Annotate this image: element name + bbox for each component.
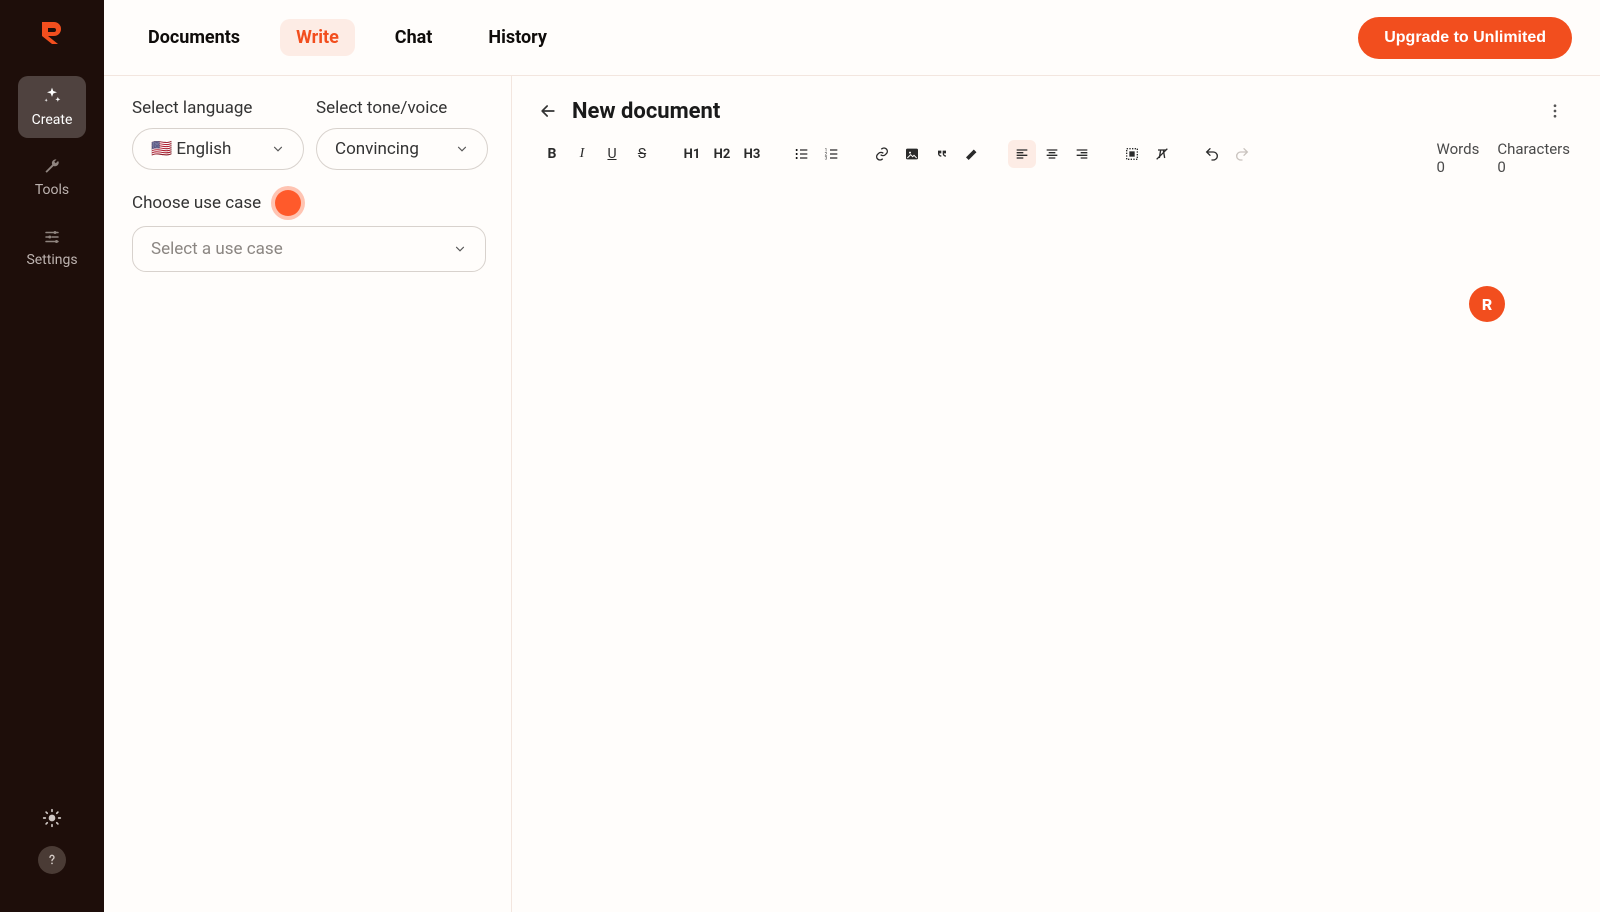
redo-button[interactable] <box>1228 140 1256 168</box>
h3-button[interactable]: H3 <box>738 140 766 168</box>
arrow-left-icon <box>538 101 558 121</box>
sun-icon <box>42 808 62 828</box>
ordered-list-button[interactable]: 123 <box>818 140 846 168</box>
align-center-icon <box>1044 146 1060 162</box>
align-right-button[interactable] <box>1068 140 1096 168</box>
redo-icon <box>1234 146 1250 162</box>
select-all-button[interactable] <box>1118 140 1146 168</box>
tone-value: Convincing <box>335 139 419 159</box>
clear-format-icon <box>1154 146 1170 162</box>
more-vertical-icon <box>1546 102 1564 120</box>
help-button[interactable] <box>38 846 66 874</box>
align-center-button[interactable] <box>1038 140 1066 168</box>
tab-chat[interactable]: Chat <box>379 19 449 56</box>
language-label: Select language <box>132 98 304 118</box>
words-label: Words <box>1437 140 1480 158</box>
align-right-icon <box>1074 146 1090 162</box>
sidebar-item-label: Create <box>32 112 73 128</box>
quote-icon <box>934 146 950 162</box>
sparkle-icon <box>42 86 62 106</box>
upgrade-button[interactable]: Upgrade to Unlimited <box>1358 17 1572 59</box>
language-select[interactable]: 🇺🇸 English <box>132 128 304 170</box>
h2-button[interactable]: H2 <box>708 140 736 168</box>
bullet-list-button[interactable] <box>788 140 816 168</box>
bullet-list-icon <box>794 146 810 162</box>
sidebar-item-label: Tools <box>35 182 69 198</box>
italic-button[interactable]: I <box>568 140 596 168</box>
strike-button[interactable]: S <box>628 140 656 168</box>
tab-write[interactable]: Write <box>280 19 355 56</box>
underline-button[interactable]: U <box>598 140 626 168</box>
sliders-icon <box>43 228 61 246</box>
doc-more-menu[interactable] <box>1540 96 1570 126</box>
top-tabs: Documents Write Chat History <box>132 19 563 56</box>
chars-stat: Characters 0 <box>1497 140 1570 176</box>
link-button[interactable] <box>868 140 896 168</box>
editor-toolbar: B I U S H1 H2 H3 <box>538 140 1256 168</box>
attention-pulse-icon <box>275 190 301 216</box>
sidebar-item-tools[interactable]: Tools <box>18 148 86 208</box>
app-logo <box>40 20 64 46</box>
usecase-placeholder: Select a use case <box>151 239 283 259</box>
language-flag: 🇺🇸 <box>151 139 172 159</box>
tab-documents[interactable]: Documents <box>132 19 256 56</box>
config-panel: Select language 🇺🇸 English Select tone/v… <box>104 76 512 912</box>
tone-label: Select tone/voice <box>316 98 488 118</box>
float-badge-letter: R <box>1482 295 1492 314</box>
sidebar-item-settings[interactable]: Settings <box>18 218 86 278</box>
assistant-float-button[interactable]: R <box>1469 286 1505 322</box>
theme-toggle[interactable] <box>38 804 66 832</box>
editor-body[interactable] <box>538 196 1570 912</box>
bold-button[interactable]: B <box>538 140 566 168</box>
sidebar-bottom <box>38 790 66 888</box>
undo-icon <box>1204 146 1220 162</box>
question-icon <box>44 852 60 868</box>
chevron-down-icon <box>455 142 469 156</box>
h1-button[interactable]: H1 <box>678 140 706 168</box>
words-value: 0 <box>1437 158 1480 176</box>
ordered-list-icon: 123 <box>824 146 840 162</box>
wrench-icon <box>43 158 61 176</box>
content: Select language 🇺🇸 English Select tone/v… <box>104 76 1600 912</box>
tab-history[interactable]: History <box>472 19 563 56</box>
image-button[interactable] <box>898 140 926 168</box>
link-icon <box>874 146 890 162</box>
tone-select[interactable]: Convincing <box>316 128 488 170</box>
select-all-icon <box>1124 146 1140 162</box>
chevron-down-icon <box>271 142 285 156</box>
main: Documents Write Chat History Upgrade to … <box>104 0 1600 912</box>
usecase-select[interactable]: Select a use case <box>132 226 486 272</box>
sidebar-item-create[interactable]: Create <box>18 76 86 138</box>
highlight-button[interactable] <box>958 140 986 168</box>
doc-header: New document <box>538 96 1570 126</box>
chars-value: 0 <box>1497 158 1570 176</box>
align-left-icon <box>1014 146 1030 162</box>
topbar: Documents Write Chat History Upgrade to … <box>104 0 1600 76</box>
undo-button[interactable] <box>1198 140 1226 168</box>
chars-label: Characters <box>1497 140 1570 158</box>
back-button[interactable] <box>538 101 558 121</box>
align-left-button[interactable] <box>1008 140 1036 168</box>
svg-text:3: 3 <box>825 155 828 161</box>
sidebar: Create Tools Settings <box>0 0 104 912</box>
language-value: English <box>176 139 231 159</box>
clear-format-button[interactable] <box>1148 140 1176 168</box>
sidebar-item-label: Settings <box>26 252 77 268</box>
highlight-icon <box>964 146 980 162</box>
doc-stats: Words 0 Characters 0 <box>1437 140 1570 176</box>
document-title[interactable]: New document <box>572 99 720 124</box>
logo-r-icon <box>40 20 64 46</box>
editor-panel: New document B I U S H1 <box>512 76 1600 912</box>
chevron-down-icon <box>453 242 467 256</box>
usecase-label: Choose use case <box>132 193 261 213</box>
words-stat: Words 0 <box>1437 140 1480 176</box>
quote-button[interactable] <box>928 140 956 168</box>
image-icon <box>904 146 920 162</box>
